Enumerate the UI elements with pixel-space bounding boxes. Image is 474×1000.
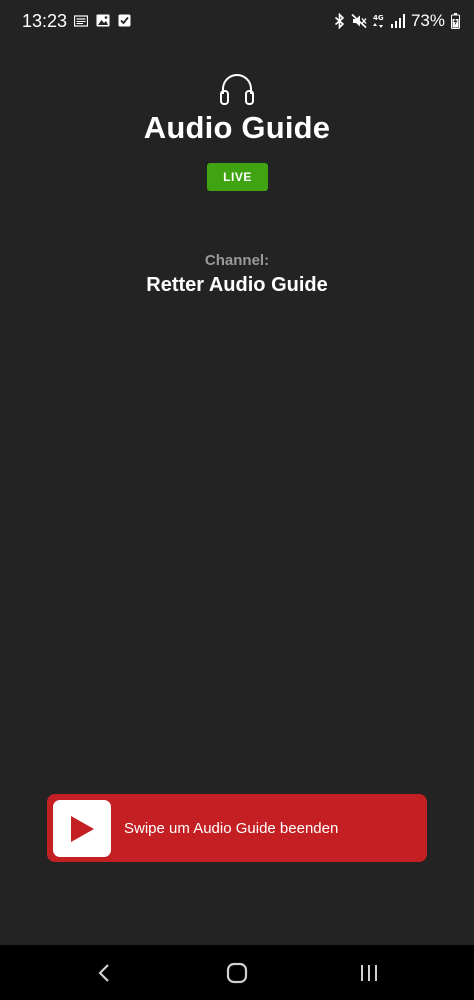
recents-icon	[361, 965, 377, 981]
status-time: 13:23	[22, 11, 68, 31]
bluetooth-icon	[334, 13, 345, 29]
swipe-handle[interactable]	[53, 800, 111, 857]
channel-label: Channel:	[204, 252, 270, 269]
check-square-icon	[118, 14, 131, 27]
signal-icon	[390, 14, 405, 28]
back-button[interactable]	[90, 959, 118, 987]
news-icon	[74, 14, 88, 27]
home-icon	[226, 962, 248, 984]
status-system-icons: 4G 73%	[334, 11, 460, 31]
channel-name: Retter Audio Guide	[146, 274, 328, 296]
swipe-to-end-slider[interactable]: Swipe um Audio Guide beenden	[47, 794, 427, 862]
home-button[interactable]	[223, 959, 251, 987]
audio-guide-screen: 13:23 4G 73% Audio Guide LIVE Channel: R…	[0, 0, 474, 1000]
page-title: Audio Guide	[143, 110, 331, 145]
swipe-instruction: Swipe um Audio Guide beenden	[124, 819, 339, 837]
headphones-icon	[220, 74, 254, 105]
system-nav-bar	[0, 945, 474, 1000]
live-badge: LIVE	[207, 163, 268, 191]
svg-text:4G: 4G	[373, 14, 384, 22]
4g-icon: 4G	[372, 14, 384, 28]
chevron-left-icon	[98, 964, 109, 982]
status-bar: 13:23 4G 73%	[0, 0, 474, 44]
image-icon	[96, 14, 110, 27]
mute-icon	[351, 13, 367, 29]
battery-icon	[451, 13, 460, 29]
play-icon	[71, 815, 94, 842]
status-notification-icons	[74, 14, 131, 27]
recents-button[interactable]	[355, 959, 383, 987]
battery-percentage: 73%	[410, 11, 445, 30]
